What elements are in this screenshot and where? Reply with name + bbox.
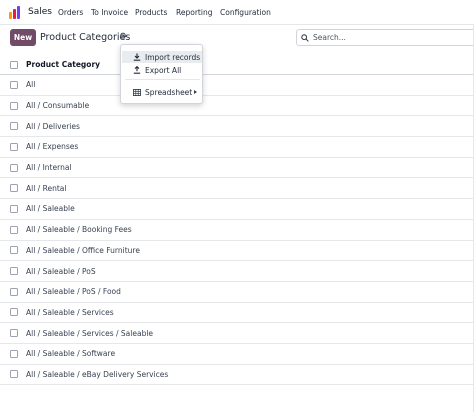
row-checkbox[interactable] bbox=[10, 204, 18, 213]
dropdown-divider bbox=[125, 79, 200, 80]
product-category-cell: All / Saleable / PoS / Food bbox=[26, 287, 121, 297]
sales-app-icon[interactable] bbox=[9, 6, 22, 19]
row-checkbox[interactable] bbox=[10, 80, 18, 89]
select-all-checkbox[interactable] bbox=[10, 60, 18, 69]
app-name[interactable]: Sales bbox=[28, 7, 52, 17]
list-header: Product Category bbox=[0, 55, 474, 75]
product-category-cell: All / Saleable / Services / Saleable bbox=[26, 328, 154, 338]
row-checkbox[interactable] bbox=[10, 246, 18, 255]
export-all-item[interactable]: Export All bbox=[122, 64, 202, 76]
row-checkbox[interactable] bbox=[10, 225, 18, 234]
row-checkbox[interactable] bbox=[10, 267, 18, 276]
search-bar[interactable] bbox=[296, 29, 474, 46]
table-row[interactable]: All / Saleable / Office Furniture bbox=[0, 241, 474, 262]
product-category-cell: All bbox=[26, 80, 36, 90]
search-input[interactable] bbox=[313, 33, 463, 42]
category-list: Product Category All All / Consumable All … bbox=[0, 55, 474, 386]
table-row[interactable]: All / Expenses bbox=[0, 137, 474, 158]
search-icon[interactable] bbox=[297, 33, 313, 42]
spreadsheet-icon bbox=[132, 88, 142, 96]
product-category-cell: All / Saleable / Software bbox=[26, 349, 116, 359]
table-row[interactable]: All / Saleable / Booking Fees bbox=[0, 220, 474, 241]
row-checkbox[interactable] bbox=[10, 308, 18, 317]
import-records-item[interactable]: Import records bbox=[122, 51, 202, 63]
row-checkbox[interactable] bbox=[10, 163, 18, 172]
menu-orders[interactable]: Orders bbox=[58, 8, 83, 17]
table-row[interactable]: All / Rental bbox=[0, 178, 474, 200]
download-icon bbox=[132, 53, 142, 61]
row-checkbox[interactable] bbox=[10, 287, 18, 296]
row-checkbox[interactable] bbox=[10, 370, 18, 379]
product-category-cell: All / Saleable / Booking Fees bbox=[26, 225, 132, 235]
menu-configuration[interactable]: Configuration bbox=[220, 8, 271, 17]
product-category-cell: All / Rental bbox=[26, 183, 67, 193]
import-records-label: Import records bbox=[145, 52, 201, 62]
table-row[interactable]: All / Saleable / PoS bbox=[0, 261, 474, 282]
menu-to-invoice[interactable]: To Invoice bbox=[91, 8, 128, 17]
product-category-cell: All / Saleable / eBay Delivery Services bbox=[26, 369, 169, 379]
table-row[interactable]: All / Saleable / eBay Delivery Services bbox=[0, 365, 474, 386]
spreadsheet-item[interactable]: Spreadsheet bbox=[122, 86, 202, 98]
product-category-cell: All / Consumable bbox=[26, 101, 90, 111]
product-category-cell: All / Saleable bbox=[26, 204, 75, 214]
top-navbar: Sales Orders To Invoice Products Reporti… bbox=[0, 0, 474, 25]
table-row[interactable]: All / Saleable / Software bbox=[0, 344, 474, 365]
menu-reporting[interactable]: Reporting bbox=[176, 8, 212, 17]
product-category-cell: All / Saleable / Office Furniture bbox=[26, 245, 140, 255]
upload-icon bbox=[132, 66, 142, 74]
row-checkbox[interactable] bbox=[10, 142, 18, 151]
submenu-caret-icon bbox=[194, 90, 197, 94]
product-category-cell: All / Expenses bbox=[26, 142, 79, 152]
product-category-cell: All / Deliveries bbox=[26, 121, 80, 131]
table-row[interactable]: All / Saleable / PoS / Food bbox=[0, 282, 474, 303]
table-row[interactable]: All / Deliveries bbox=[0, 116, 474, 138]
product-category-cell: All / Saleable / PoS bbox=[26, 266, 96, 276]
export-all-label: Export All bbox=[145, 65, 182, 75]
row-checkbox[interactable] bbox=[10, 122, 18, 131]
table-row[interactable]: All / Saleable bbox=[0, 199, 474, 220]
table-row[interactable]: All / Saleable / Services / Saleable bbox=[0, 323, 474, 344]
table-row[interactable]: All bbox=[0, 75, 474, 96]
table-row[interactable]: All / Saleable / Services bbox=[0, 303, 474, 324]
product-category-cell: All / Internal bbox=[26, 163, 72, 173]
gear-icon[interactable]: ⚙ bbox=[118, 32, 128, 42]
table-row[interactable]: All / Consumable bbox=[0, 96, 474, 117]
page-title[interactable]: Product Categories bbox=[40, 32, 130, 43]
new-button[interactable]: New bbox=[10, 29, 36, 46]
product-category-cell: All / Saleable / Services bbox=[26, 307, 114, 317]
spreadsheet-label: Spreadsheet bbox=[145, 87, 193, 97]
gear-dropdown-menu: Import records Export All Spreadsheet bbox=[120, 44, 203, 104]
row-checkbox[interactable] bbox=[10, 329, 18, 338]
column-header-product-category[interactable]: Product Category bbox=[26, 60, 100, 69]
table-row[interactable]: All / Internal bbox=[0, 158, 474, 179]
row-checkbox[interactable] bbox=[10, 184, 18, 193]
row-checkbox[interactable] bbox=[10, 349, 18, 358]
row-checkbox[interactable] bbox=[10, 101, 18, 110]
menu-products[interactable]: Products bbox=[135, 8, 167, 17]
